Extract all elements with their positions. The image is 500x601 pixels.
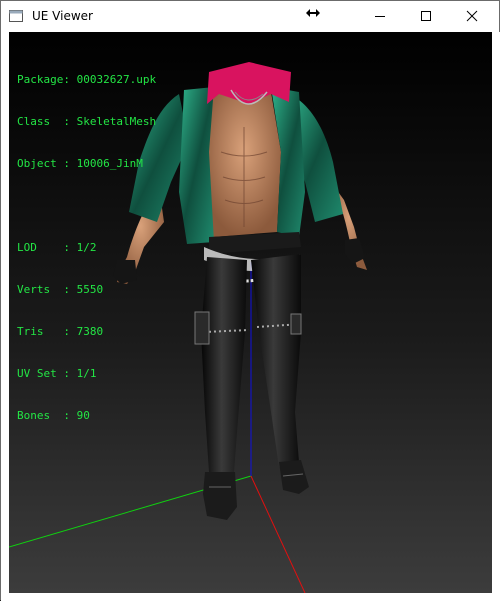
info-bones-value: 90: [76, 409, 90, 422]
close-button[interactable]: [449, 1, 495, 31]
maximize-button[interactable]: [403, 1, 449, 31]
info-verts-row: Verts : 5550: [17, 283, 156, 297]
info-verts-label: Verts :: [17, 283, 70, 296]
app-window: UE Viewer Package: 00032627.upk Class: …: [0, 0, 500, 601]
info-uvset-value: 1/1: [76, 367, 97, 380]
info-class-label: Class :: [17, 115, 70, 128]
info-tris-label: Tris :: [17, 325, 70, 338]
model-right-boot: [279, 460, 309, 494]
resize-cursor-icon: [305, 5, 321, 19]
background-console-left: [1, 32, 9, 593]
model-pants-right-leg: [251, 254, 301, 467]
model-left-boot: [203, 472, 237, 520]
info-lod-row: LOD : 1/2: [17, 241, 156, 255]
close-icon: [466, 10, 478, 22]
info-uvset-row: UV Set : 1/1: [17, 367, 156, 381]
info-class-row: Class : SkeletalMesh: [17, 115, 156, 129]
background-console-right: [492, 32, 500, 593]
info-object-value: 10006_JinM: [76, 157, 143, 170]
info-package-value: 00032627.upk: [76, 73, 157, 86]
model-thigh-pouch: [194, 311, 210, 345]
info-package-label: Package:: [17, 73, 70, 86]
info-uvset-label: UV Set :: [17, 367, 70, 380]
info-bones-row: Bones : 90: [17, 409, 156, 423]
maximize-icon: [421, 11, 431, 21]
app-icon: [8, 8, 24, 24]
info-object-row: Object : 10006_JinM: [17, 157, 156, 171]
axis-x-line: [250, 475, 306, 593]
3d-viewport[interactable]: Package: 00032627.upk Class : SkeletalMe…: [9, 32, 492, 593]
info-class-value: SkeletalMesh: [76, 115, 157, 128]
minimize-button[interactable]: [357, 1, 403, 31]
info-tris-value: 7380: [76, 325, 104, 338]
info-verts-value: 5550: [76, 283, 104, 296]
model-pants-left-leg: [201, 257, 247, 472]
model-jacket-left-panel: [179, 87, 214, 244]
info-lod-label: LOD :: [17, 241, 70, 254]
minimize-icon: [375, 16, 385, 17]
info-bones-label: Bones :: [17, 409, 70, 422]
info-spacer: [17, 199, 156, 213]
info-tris-row: Tris : 7380: [17, 325, 156, 339]
info-package-row: Package: 00032627.upk: [17, 73, 156, 87]
window-title: UE Viewer: [32, 9, 93, 23]
info-lod-value: 1/2: [76, 241, 97, 254]
mesh-info-overlay: Package: 00032627.upk Class : SkeletalMe…: [17, 45, 156, 451]
info-object-label: Object :: [17, 157, 70, 170]
